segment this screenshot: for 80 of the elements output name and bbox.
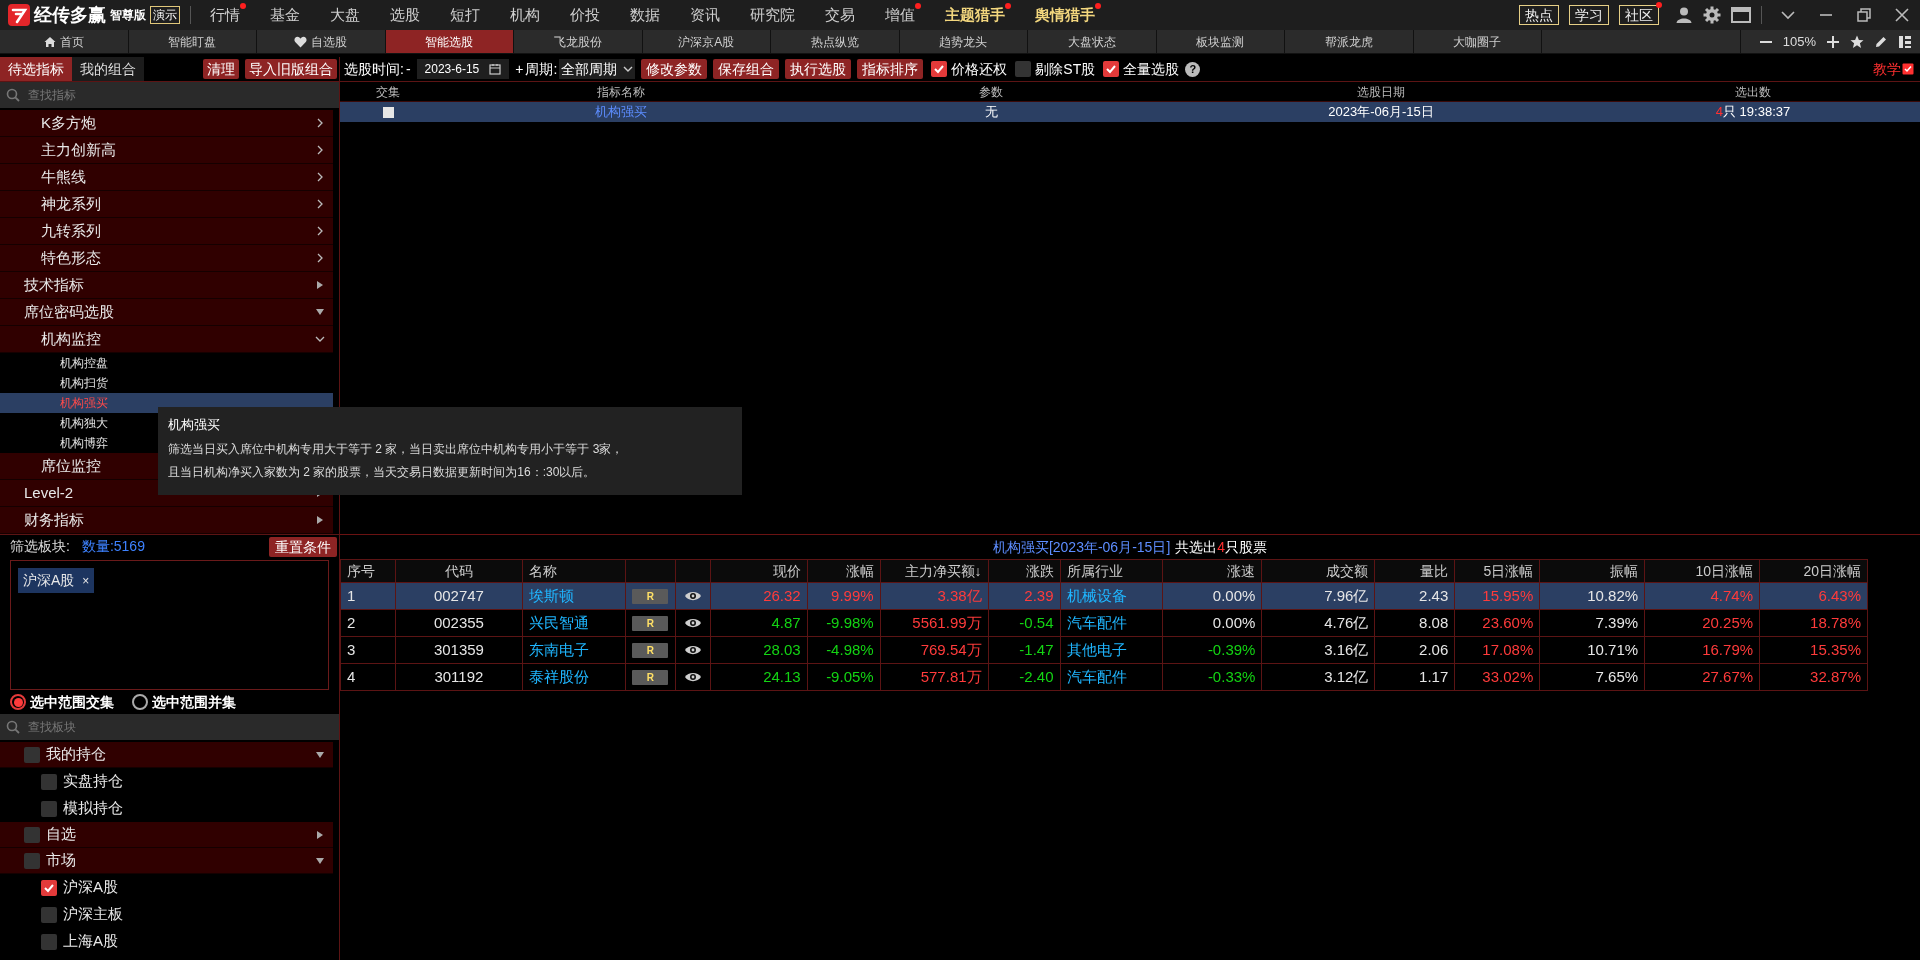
table-cell-text: 无 [984,103,998,122]
table-cell-text: 18.78% [1810,612,1861,633]
table-cell-text: 4.87 [771,612,801,633]
table-cell-text: 3 [347,639,356,660]
zoom-level: 105% [1782,32,1816,51]
table-cell-text: 0.00% [1212,612,1256,633]
table-cell-text: 27.67% [1702,666,1754,687]
checkbox-label: 价格还权 [951,59,1008,79]
table-cell-text: -2.40 [1019,666,1054,687]
table-cell-text: 7.96亿 [1324,585,1369,606]
table-cell-text: 26.32 [763,585,801,606]
table-cell-text: 17.08% [1482,639,1534,660]
table-cell-text: 769.54万 [920,639,982,660]
date-separator: - [405,59,411,79]
column-header: 选股日期 [1356,83,1406,101]
tooltip-text: 且当日机构净买入家数为 2 家的股票，当天交易日数据更新时间为16：:30以后。 [168,463,597,481]
table-cell-text: 28.03 [763,639,801,660]
board-count: 数量:5169 [81,537,145,556]
column-header: 指标名称 [596,83,646,101]
table-cell-text: 301359 [433,639,484,660]
table-cell-text: 32.87% [1810,666,1861,687]
checkbox-label: 剔除ST股 [1035,59,1096,79]
tooltip-text: 筛选当日买入席位中机构专用大于等于 2 家，当日卖出席位中机构专用小于等于 3家， [168,440,625,458]
date-label: 选股时间: [344,59,404,79]
plus-label: + [515,59,524,79]
table-cell-text: 7.39% [1595,612,1639,633]
table-cell-text: -0.39% [1207,639,1256,660]
table-cell-text: 33.02% [1482,666,1534,687]
table-cell-text: 6.43% [1818,585,1861,606]
table-cell-text: 0.00% [1212,585,1256,606]
table-cell-text: 机构强买 [595,103,647,122]
table-cell-text: 1 [347,585,356,606]
column-header: 选出数 [1734,83,1772,101]
mode-badge: 演示 [150,6,180,24]
table-cell-text: 577.81万 [920,666,982,687]
table-cell-text: -4.98% [826,639,874,660]
table-cell-text: 4只 19:38:37 [1715,103,1791,122]
table-cell-text: 3.38亿 [937,585,982,606]
table-cell-text: -9.05% [826,666,874,687]
column-header: 参数 [978,83,1004,101]
table-cell-text: 10.82% [1587,585,1639,606]
table-cell-text: 4.76亿 [1324,612,1369,633]
radio-label: 选中范围交集 [30,692,114,712]
table-cell-text: 002355 [433,612,484,633]
table-cell-text: 15.95% [1482,585,1534,606]
table-cell-text: 24.13 [763,666,801,687]
table-cell-text: 16.79% [1702,639,1754,660]
results-title: 机构强买[2023年-06月-15日] 共选出4只股票 [991,537,1269,557]
table-cell-text: 23.60% [1482,612,1534,633]
table-cell-text: 301192 [434,666,484,687]
table-cell-text: 4.74% [1710,585,1754,606]
table-cell-text: -0.33% [1207,666,1256,687]
table-cell-text: 4 [347,666,356,687]
table-cell-text: 002747 [433,585,484,606]
table-cell-text: 7.65% [1595,666,1639,687]
table-cell-text: 9.99% [831,585,874,606]
table-cell-text: 2.06 [1419,639,1449,660]
table-cell-text: 2.39 [1024,585,1054,606]
table-cell-text: 2.43 [1419,585,1449,606]
table-cell-text: 2 [347,612,356,633]
table-cell-text: 2023年-06月-15日 [1328,103,1434,122]
column-header: 交集 [375,83,401,101]
table-cell-text: -1.47 [1019,639,1054,660]
checkbox-label: 全量选股 [1123,59,1180,79]
table-cell-text: 1.17 [1419,666,1449,687]
radio-label: 选中范围并集 [152,692,236,712]
brand-name: 经传多赢 [34,3,106,27]
table-cell-text: 3.12亿 [1324,666,1369,687]
period-label: 周期: [525,59,558,79]
table-cell-text: 10.71% [1587,639,1639,660]
table-cell-text: -9.98% [826,612,874,633]
table-cell-text: -0.54 [1019,612,1054,633]
tooltip-title: 机构强买 [168,416,221,434]
table-cell-text: 20.25% [1702,612,1754,633]
table-cell-text: 5561.99万 [912,612,982,633]
table-cell-text: 15.35% [1810,639,1861,660]
filter-label: 筛选板块: [10,537,70,556]
edition-label: 智尊版 [110,7,146,24]
table-cell-text: 3.16亿 [1324,639,1369,660]
table-cell-text: 8.08 [1419,612,1449,633]
